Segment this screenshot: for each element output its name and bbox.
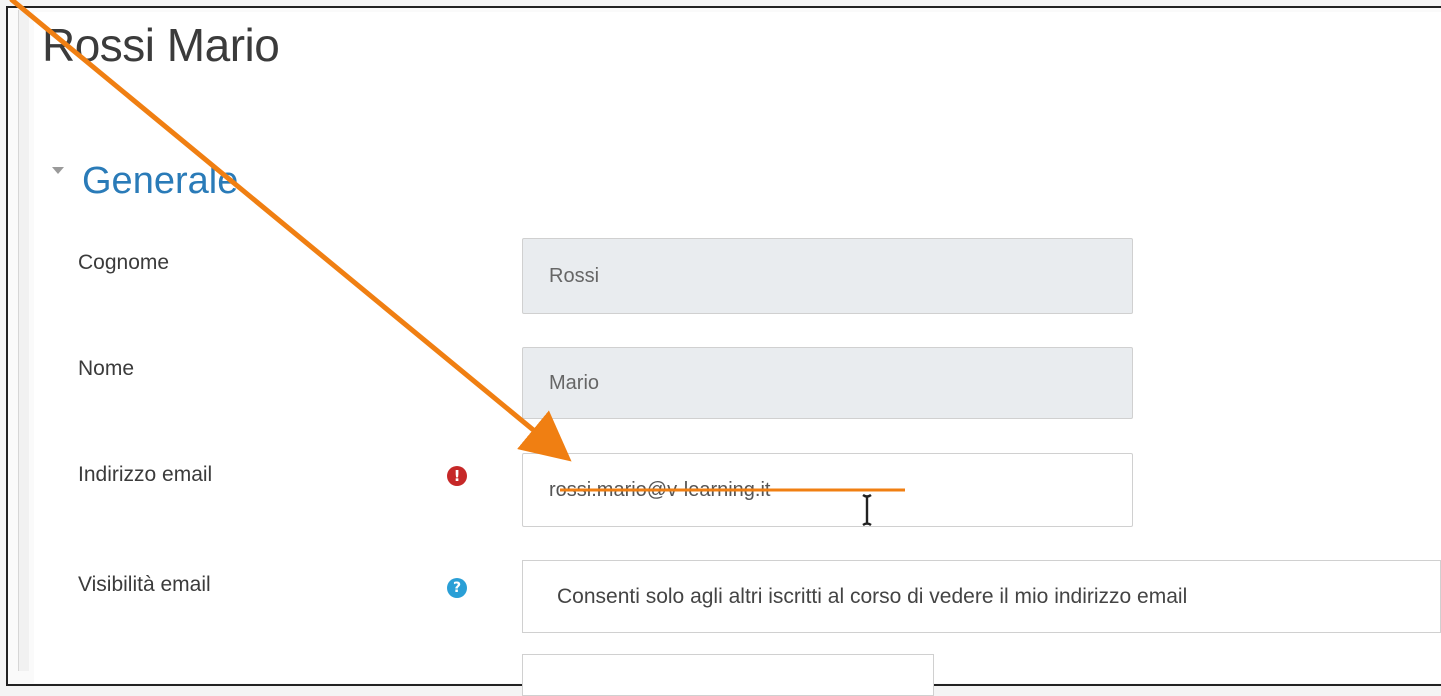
name-label: Nome [78,357,135,380]
surname-label: Cognome [78,251,170,274]
error-icon: ! [447,466,467,486]
page-edge [18,10,29,671]
section-title[interactable]: Generale [82,160,238,203]
email-visibility-select[interactable]: Consenti solo agli altri iscritti al cor… [522,560,1441,633]
surname-field[interactable] [522,238,1133,314]
text-cursor-icon [862,494,872,526]
email-label: Indirizzo email [78,463,213,486]
help-icon[interactable]: ? [447,578,467,598]
page-title: Rossi Mario [42,19,280,71]
email-visibility-label: Visibilità email [78,573,211,596]
name-field[interactable] [522,347,1133,419]
email-field[interactable] [522,453,1133,527]
collapse-toggle-icon[interactable] [52,167,64,174]
next-field[interactable] [522,654,934,696]
